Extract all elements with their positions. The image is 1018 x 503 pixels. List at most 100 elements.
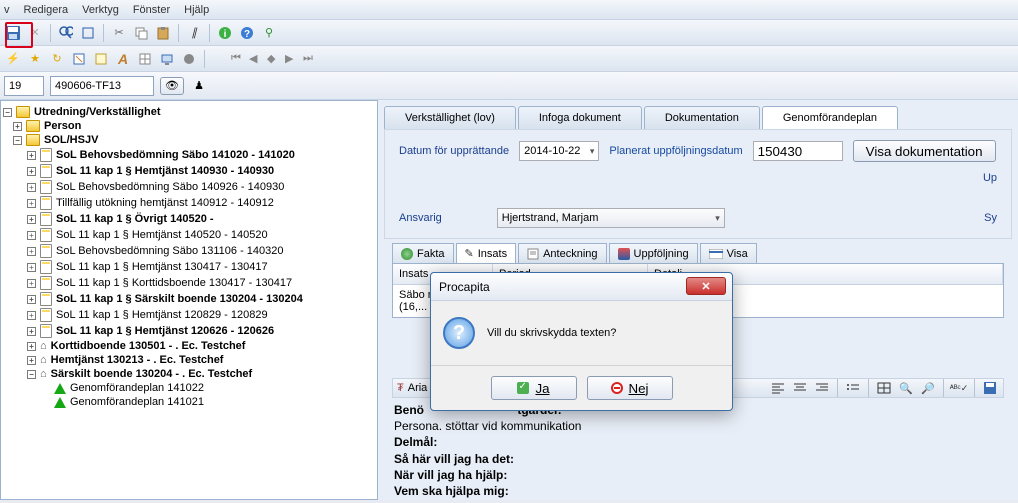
tree-item[interactable]: SoL 11 kap 1 § Hemtjänst 130417 - 130417: [3, 259, 375, 275]
monitor-icon[interactable]: [158, 50, 176, 68]
collapse-icon[interactable]: [3, 108, 12, 117]
dialog-yes-button[interactable]: Ja: [491, 376, 577, 400]
expand-icon[interactable]: [27, 183, 36, 192]
ansvarig-dropdown[interactable]: Hjertstrand, Marjam: [497, 208, 725, 228]
record-code-input[interactable]: [50, 76, 154, 96]
subtab-visa[interactable]: Visa: [700, 243, 757, 263]
spellcheck-icon[interactable]: ᴬᴮᶜ✓: [950, 379, 968, 397]
nav-last-icon[interactable]: ⏭: [303, 52, 317, 66]
visa-dokumentation-button[interactable]: Visa dokumentation: [853, 140, 996, 162]
subtab-fakta[interactable]: Fakta: [392, 243, 454, 263]
config-icon[interactable]: ⚲: [260, 24, 278, 42]
collapse-icon[interactable]: [13, 136, 22, 145]
tree-item[interactable]: SoL 11 kap 1 § Hemtjänst 120829 - 120829: [3, 307, 375, 323]
save-button[interactable]: [4, 24, 22, 42]
delete-icon[interactable]: ✕: [26, 24, 44, 42]
sy-link[interactable]: Sy: [984, 212, 997, 224]
star-icon[interactable]: ★: [26, 50, 44, 68]
lightning-icon[interactable]: ⚡: [4, 50, 22, 68]
tree-item[interactable]: SoL Behovsbedömning Säbo 140926 - 140930: [3, 179, 375, 195]
record-icon[interactable]: [180, 50, 198, 68]
find-icon[interactable]: [79, 24, 97, 42]
tree-item[interactable]: SoL 11 kap 1 § Övrigt 140520 -: [3, 211, 375, 227]
tree-item[interactable]: Genomförandeplan 141022: [3, 381, 375, 395]
copy-icon[interactable]: [132, 24, 150, 42]
person-icon[interactable]: ♟: [190, 77, 208, 95]
tab-genomforandeplan[interactable]: Genomförandeplan: [762, 106, 898, 129]
save-doc-icon[interactable]: [981, 379, 999, 397]
expand-icon[interactable]: [13, 122, 22, 131]
tree-item[interactable]: SoL 11 kap 1 § Hemtjänst 120626 - 120626: [3, 323, 375, 339]
planerat-input[interactable]: [753, 141, 843, 161]
align-center-icon[interactable]: [791, 379, 809, 397]
collapse-icon[interactable]: [27, 370, 36, 379]
help-icon[interactable]: ?: [238, 24, 256, 42]
a-icon[interactable]: A: [114, 50, 132, 68]
find-next-icon[interactable]: 🔎: [919, 379, 937, 397]
expand-icon[interactable]: [27, 215, 36, 224]
align-left-icon[interactable]: [769, 379, 787, 397]
tab-verkstallighet[interactable]: Verkställighet (lov): [384, 106, 516, 129]
expand-icon[interactable]: [27, 263, 36, 272]
subtab-uppfoljning[interactable]: Uppföljning: [609, 243, 698, 263]
tree-item[interactable]: SoL 11 kap 1 § Hemtjänst 140930 - 140930: [3, 163, 375, 179]
tree-pane[interactable]: Utredning/Verkställighet Person SOL/HSJV…: [0, 100, 378, 500]
dialog-close-button[interactable]: ✕: [686, 277, 726, 295]
font-name[interactable]: Aria: [408, 382, 428, 394]
menu-hjalp[interactable]: Hjälp: [184, 4, 209, 16]
dialog-no-button[interactable]: Nej: [587, 376, 673, 400]
search-icon[interactable]: [57, 24, 75, 42]
expand-icon[interactable]: [27, 231, 36, 240]
subtab-anteckning[interactable]: Anteckning: [518, 243, 606, 263]
grid-icon[interactable]: [136, 50, 154, 68]
nav-prev-icon[interactable]: ◀: [249, 52, 263, 66]
menu-view[interactable]: v: [4, 4, 10, 16]
list-icon[interactable]: [844, 379, 862, 397]
expand-icon[interactable]: [27, 279, 36, 288]
info-icon[interactable]: i: [216, 24, 234, 42]
edit-icon[interactable]: [70, 50, 88, 68]
nav-dot-icon[interactable]: ◆: [267, 52, 281, 66]
expand-icon[interactable]: [27, 295, 36, 304]
menu-fonster[interactable]: Fönster: [133, 4, 170, 16]
subtab-insats[interactable]: ✎Insats: [456, 243, 517, 263]
align-right-icon[interactable]: [813, 379, 831, 397]
expand-icon[interactable]: [27, 167, 36, 176]
expand-icon[interactable]: [27, 327, 36, 336]
tree-item[interactable]: Genomförandeplan 141021: [3, 395, 375, 409]
wand-icon[interactable]: ∥: [185, 24, 203, 42]
note-icon[interactable]: [92, 50, 110, 68]
tree-item[interactable]: SoL 11 kap 1 § Korttidsboende 130417 - 1…: [3, 275, 375, 291]
editor-content[interactable]: Benö tgärder. Persona. stöttar vid kommu…: [392, 398, 1004, 503]
refresh-icon[interactable]: ↻: [48, 50, 66, 68]
tree-item[interactable]: ⌂Hemtjänst 130213 - . Ec. Testchef: [3, 353, 375, 367]
tree-item[interactable]: ⌂Särskilt boende 130204 - . Ec. Testchef: [3, 367, 375, 381]
tree-sol[interactable]: SOL/HSJV: [3, 133, 375, 147]
tab-infogadokument[interactable]: Infoga dokument: [518, 106, 642, 129]
tree-root[interactable]: Utredning/Verkställighet: [3, 105, 375, 119]
tree-item[interactable]: SoL Behovsbedömning Säbo 141020 - 141020: [3, 147, 375, 163]
expand-icon[interactable]: [27, 151, 36, 160]
view-icon[interactable]: 👁: [160, 77, 184, 95]
expand-icon[interactable]: [27, 311, 36, 320]
up-link[interactable]: Up: [983, 172, 997, 184]
nav-first-icon[interactable]: ⏮: [231, 52, 245, 66]
tree-person[interactable]: Person: [3, 119, 375, 133]
tree-item[interactable]: Tillfällig utökning hemtjänst 140912 - 1…: [3, 195, 375, 211]
expand-icon[interactable]: [27, 247, 36, 256]
tree-item[interactable]: SoL 11 kap 1 § Hemtjänst 140520 - 140520: [3, 227, 375, 243]
expand-icon[interactable]: [27, 199, 36, 208]
table-icon[interactable]: [875, 379, 893, 397]
record-number-input[interactable]: [4, 76, 44, 96]
tree-item[interactable]: SoL 11 kap 1 § Särskilt boende 130204 - …: [3, 291, 375, 307]
tree-item[interactable]: ⌂Korttidboende 130501 - . Ec. Testchef: [3, 339, 375, 353]
nav-next-icon[interactable]: ▶: [285, 52, 299, 66]
tree-item[interactable]: SoL Behovsbedömning Säbo 131106 - 140320: [3, 243, 375, 259]
find-icon[interactable]: 🔍: [897, 379, 915, 397]
cut-icon[interactable]: ✂: [110, 24, 128, 42]
menu-redigera[interactable]: Redigera: [24, 4, 69, 16]
expand-icon[interactable]: [27, 356, 36, 365]
expand-icon[interactable]: [27, 342, 36, 351]
datum-dropdown[interactable]: 2014-10-22: [519, 141, 599, 161]
tab-dokumentation[interactable]: Dokumentation: [644, 106, 760, 129]
